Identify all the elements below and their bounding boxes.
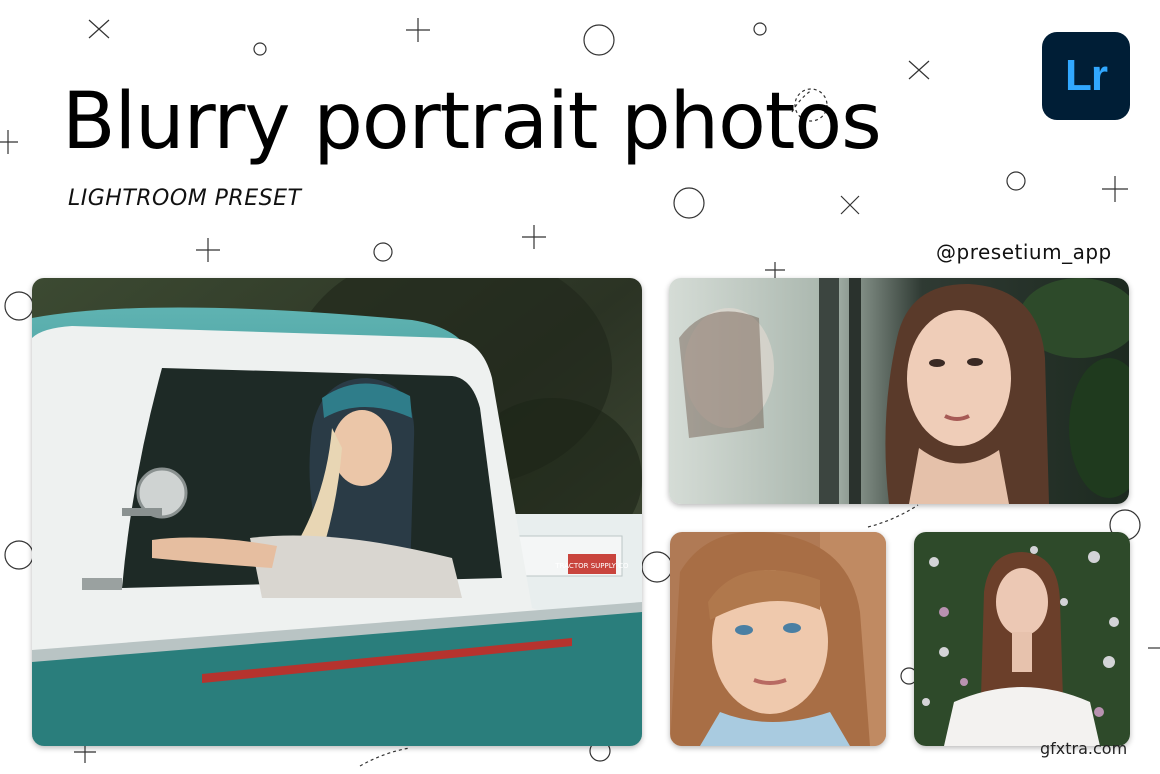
page-title: Blurry portrait photos: [62, 77, 882, 167]
deco-plus: [196, 238, 220, 262]
deco-cross: [908, 60, 930, 80]
deco-dash-line: [359, 747, 411, 767]
deco-cross: [840, 195, 860, 215]
deco-circle: [4, 540, 34, 570]
deco-circle: [641, 551, 673, 583]
lightroom-logo: Lr: [1042, 32, 1130, 120]
deco-circle: [4, 291, 34, 321]
woman-flowers-photo: [914, 532, 1130, 746]
deco-dash-line: [867, 504, 919, 528]
deco-cross: [88, 19, 110, 39]
deco-plus: [765, 262, 785, 278]
deco-plus: [1102, 176, 1128, 202]
truck-sign: TRACTOR SUPPLY CO: [554, 562, 629, 570]
window-portrait-photo: [669, 278, 1129, 504]
page-subtitle: LIGHTROOM PRESET: [68, 186, 302, 211]
social-handle: @presetium_app: [936, 240, 1112, 264]
girl-closeup-photo: [670, 532, 886, 746]
truck-photo: TRACTOR SUPPLY CO: [32, 278, 642, 746]
deco-circle: [253, 42, 267, 56]
deco-circle: [1006, 171, 1026, 191]
deco-circle: [583, 24, 615, 56]
deco-circle: [373, 242, 393, 262]
deco-plus: [0, 130, 18, 154]
deco-plus: [406, 18, 430, 42]
lightroom-logo-text: Lr: [1065, 51, 1108, 100]
deco-circle: [673, 187, 705, 219]
watermark-text: gfxtra.com: [1040, 739, 1128, 758]
deco-circle: [753, 22, 767, 36]
deco-plus: [522, 225, 546, 249]
